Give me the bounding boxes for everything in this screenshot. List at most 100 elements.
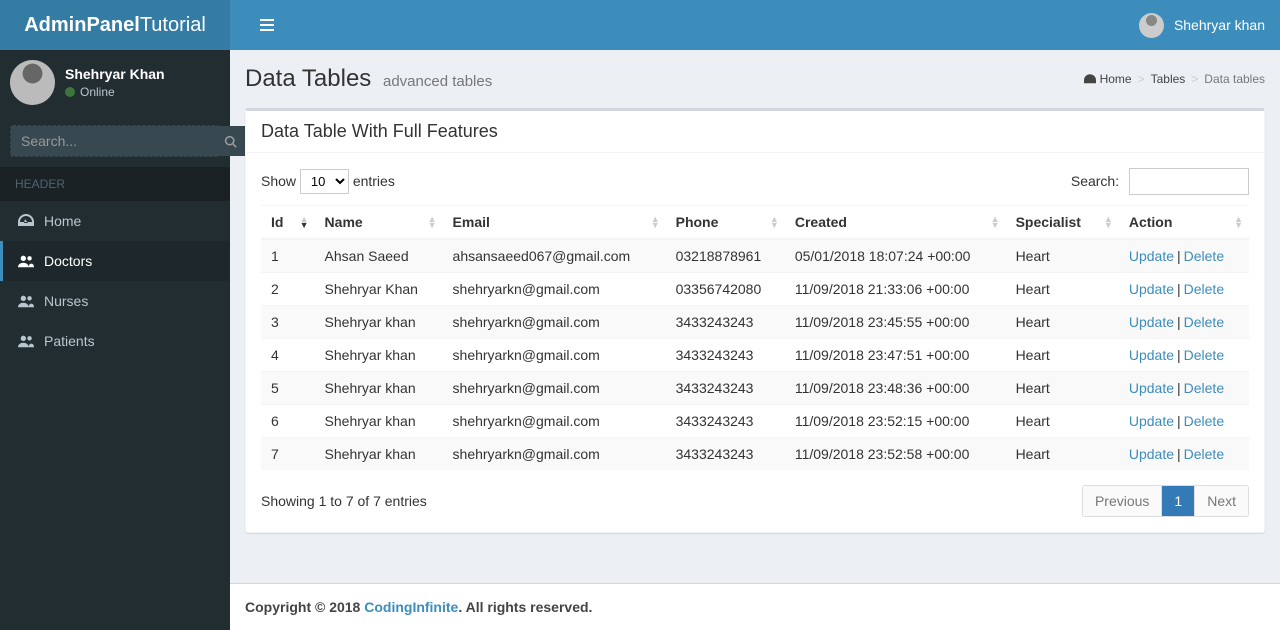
update-link[interactable]: Update [1129,380,1174,396]
data-table: Id▲▼Name▲▼Email▲▼Phone▲▼Created▲▼Special… [261,205,1249,470]
length-select[interactable]: 10 [300,169,349,194]
pagination-prev[interactable]: Previous [1083,486,1161,516]
footer: Copyright © 2018 CodingInfinite. All rig… [230,583,1280,630]
cell-name: Shehryar khan [315,372,443,405]
column-header[interactable]: Phone▲▼ [666,206,785,240]
cell-created: 11/09/2018 23:45:55 +00:00 [785,306,1006,339]
column-header[interactable]: Email ▲▼ [443,206,666,240]
table-row: 6Shehryar khanshehryarkn@gmail.com343324… [261,405,1249,438]
page-title-text: Data Tables [245,65,371,92]
hamburger-icon [260,18,274,32]
delete-link[interactable]: Delete [1184,413,1224,429]
breadcrumb-label: Home [1100,72,1132,86]
sort-icon: ▲▼ [1234,216,1243,228]
footer-link[interactable]: CodingInfinite [364,599,458,615]
update-link[interactable]: Update [1129,281,1174,297]
column-header[interactable]: Specialist ▲▼ [1006,206,1119,240]
update-link[interactable]: Update [1129,314,1174,330]
cell-specialist: Heart [1006,273,1119,306]
data-table-box: Data Table With Full Features Show 10 en… [245,108,1265,533]
cell-id: 5 [261,372,315,405]
column-label: Email [453,214,490,230]
delete-link[interactable]: Delete [1184,281,1224,297]
delete-link[interactable]: Delete [1184,446,1224,462]
cell-created: 11/09/2018 23:47:51 +00:00 [785,339,1006,372]
action-sep: | [1174,413,1184,429]
cell-phone: 3433243243 [666,306,785,339]
sidebar-item-label: Doctors [44,253,92,269]
sidebar-item-home[interactable]: Home [0,201,230,241]
sidebar-item-doctors[interactable]: Doctors [0,241,230,281]
cell-created: 11/09/2018 23:52:58 +00:00 [785,438,1006,471]
table-row: 7Shehryar khanshehryarkn@gmail.com343324… [261,438,1249,471]
cell-phone: 03218878961 [666,239,785,273]
cell-action: Update|Delete [1119,405,1249,438]
header-user-menu[interactable]: Shehryar khan [1139,13,1265,38]
sidebar-search [10,125,220,157]
cell-created: 05/01/2018 18:07:24 +00:00 [785,239,1006,273]
sidebar-item-patients[interactable]: Patients [0,321,230,361]
sidebar-user-panel: Shehryar Khan Online [0,50,230,115]
cell-name: Shehryar khan [315,306,443,339]
cell-specialist: Heart [1006,306,1119,339]
sidebar-item-nurses[interactable]: Nurses [0,281,230,321]
column-header[interactable]: Created ▲▼ [785,206,1006,240]
update-link[interactable]: Update [1129,446,1174,462]
column-header[interactable]: Action ▲▼ [1119,206,1249,240]
column-label: Created [795,214,847,230]
sidebar-toggle-button[interactable] [245,1,289,49]
table-row: 1Ahsan Saeedahsansaeed067@gmail.com03218… [261,239,1249,273]
action-sep: | [1174,314,1184,330]
cell-phone: 03356742080 [666,273,785,306]
cell-id: 7 [261,438,315,471]
column-label: Action [1129,214,1173,230]
brand-logo[interactable]: AdminPanelTutorial [0,0,230,50]
cell-phone: 3433243243 [666,372,785,405]
table-row: 2Shehryar Khanshehryarkn@gmail.com033567… [261,273,1249,306]
breadcrumb-sep: > [1191,72,1198,86]
delete-link[interactable]: Delete [1184,347,1224,363]
update-link[interactable]: Update [1129,413,1174,429]
cell-email: shehryarkn@gmail.com [443,405,666,438]
delete-link[interactable]: Delete [1184,314,1224,330]
sort-icon: ▲▼ [300,216,309,228]
footer-prefix: Copyright © 2018 [245,599,364,615]
cell-specialist: Heart [1006,239,1119,273]
cell-id: 3 [261,306,315,339]
sort-icon: ▲▼ [1104,216,1113,228]
delete-link[interactable]: Delete [1184,380,1224,396]
brand-bold: AdminPanel [24,14,140,36]
cell-email: shehryarkn@gmail.com [443,306,666,339]
status-dot-icon [65,87,75,97]
cell-phone: 3433243243 [666,438,785,471]
column-label: Specialist [1016,214,1081,230]
update-link[interactable]: Update [1129,347,1174,363]
sort-icon: ▲▼ [991,216,1000,228]
breadcrumb-sep: > [1138,72,1145,86]
cell-email: shehryarkn@gmail.com [443,339,666,372]
cell-created: 11/09/2018 21:33:06 +00:00 [785,273,1006,306]
column-header[interactable]: Id▲▼ [261,206,315,240]
search-input[interactable] [11,126,212,156]
page-title: Data Tables advanced tables [245,65,492,93]
breadcrumb-link[interactable]: Tables [1151,72,1186,86]
pagination-page[interactable]: 1 [1162,486,1194,516]
cell-email: shehryarkn@gmail.com [443,372,666,405]
sort-icon: ▲▼ [770,216,779,228]
cell-name: Ahsan Saeed [315,239,443,273]
table-search-input[interactable] [1129,168,1249,195]
header-user-name: Shehryar khan [1174,17,1265,33]
sort-icon: ▲▼ [651,216,660,228]
action-sep: | [1174,347,1184,363]
table-row: 4Shehryar khanshehryarkn@gmail.com343324… [261,339,1249,372]
delete-link[interactable]: Delete [1184,248,1224,264]
sidebar: Shehryar Khan Online HEADER HomeDoctorsN… [0,0,230,630]
pagination-next[interactable]: Next [1195,486,1248,516]
update-link[interactable]: Update [1129,248,1174,264]
cell-specialist: Heart [1006,438,1119,471]
brand-light: Tutorial [140,14,206,36]
column-header[interactable]: Name▲▼ [315,206,443,240]
cell-action: Update|Delete [1119,438,1249,471]
cell-action: Update|Delete [1119,273,1249,306]
breadcrumb-link[interactable]: Home [1084,72,1132,86]
